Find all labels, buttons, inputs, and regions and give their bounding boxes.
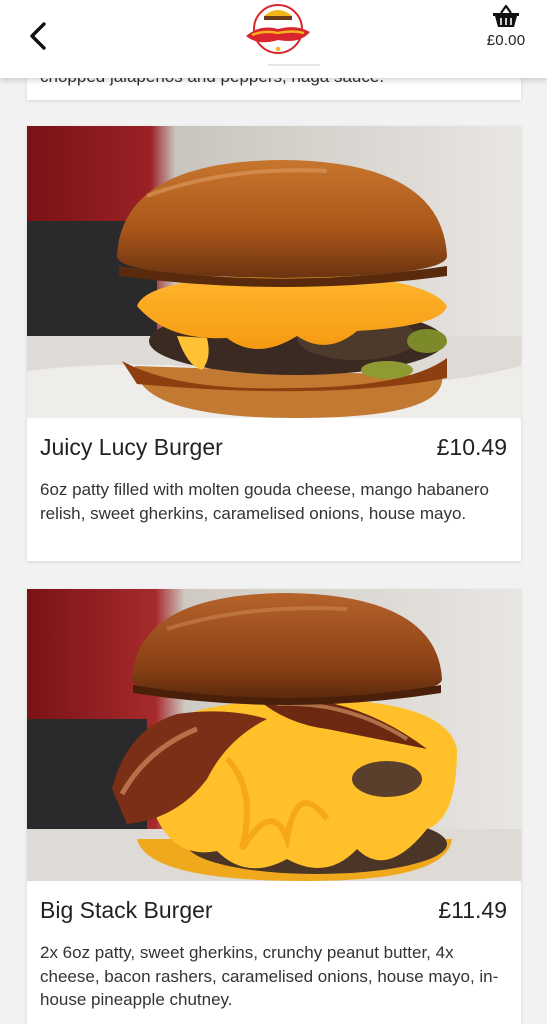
- menu-item-photo: [27, 126, 521, 418]
- menu-item-card[interactable]: Big Stack Burger £11.49 2x 6oz patty, sw…: [27, 589, 521, 1024]
- menu-item-description: 2x 6oz patty, sweet gherkins, crunchy pe…: [40, 943, 499, 1009]
- basket-button[interactable]: £0.00: [481, 4, 531, 60]
- menu-item-card[interactable]: Juicy Lucy Burger £10.49 6oz patty fille…: [27, 126, 521, 561]
- menu-item-name: Big Stack Burger: [40, 897, 213, 923]
- menu-item-name: Juicy Lucy Burger: [40, 434, 223, 460]
- back-button[interactable]: [22, 18, 58, 54]
- chevron-left-icon: [30, 22, 46, 50]
- brand-logo[interactable]: [240, 2, 316, 56]
- basket-total: £0.00: [486, 32, 526, 49]
- menu-item-photo: [27, 589, 521, 881]
- chuckies-logo-icon: [246, 4, 310, 54]
- menu-item-price: £11.49: [438, 897, 507, 923]
- app-header: £0.00: [0, 0, 547, 78]
- menu-screen: chopped jalapeños and peppers, naga sauc…: [0, 0, 547, 1024]
- logo-underline: [268, 64, 320, 66]
- menu-item-description: 6oz patty filled with molten gouda chees…: [40, 480, 489, 523]
- basket-icon: [493, 4, 519, 27]
- menu-item-price: £10.49: [436, 434, 507, 460]
